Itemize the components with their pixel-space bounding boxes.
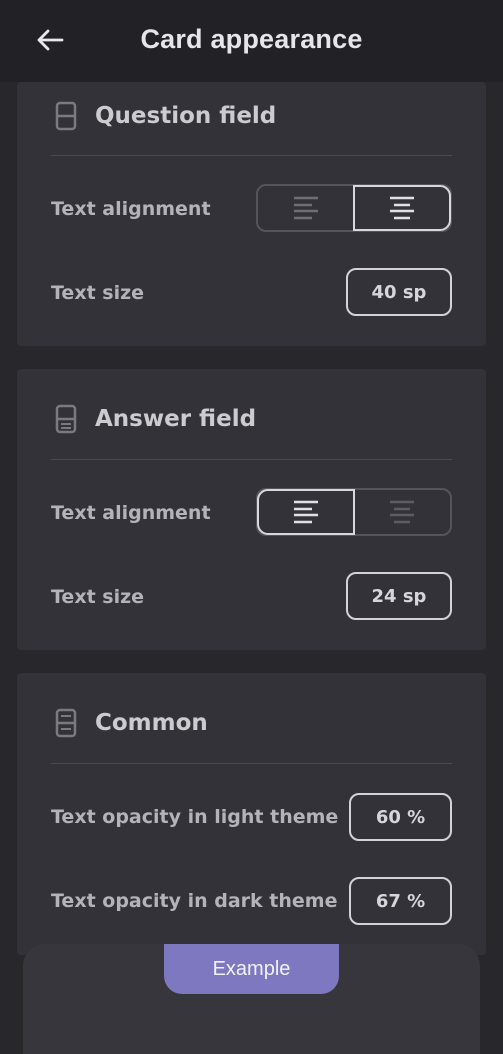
align-center-option[interactable]	[353, 185, 451, 231]
divider	[51, 459, 452, 460]
question-alignment-toggle	[256, 184, 452, 232]
question-field-title: Question field	[95, 103, 277, 129]
dark-opacity-field[interactable]: 67 %	[349, 877, 452, 925]
answer-field-header: Answer field	[51, 399, 452, 439]
align-center-icon	[390, 196, 414, 220]
light-opacity-field[interactable]: 60 %	[349, 793, 452, 841]
card-field-icon	[55, 708, 77, 738]
light-opacity-label: Text opacity in light theme	[51, 806, 339, 828]
common-header: Common	[51, 703, 452, 743]
answer-field-card: Answer field Text alignment Text size 24…	[17, 369, 486, 650]
answer-text-alignment-label: Text alignment	[51, 502, 211, 524]
divider	[51, 155, 452, 156]
divider	[51, 763, 452, 764]
page-title: Card appearance	[140, 24, 363, 54]
align-center-option[interactable]	[354, 490, 450, 534]
answer-field-title: Answer field	[95, 406, 257, 432]
common-title: Common	[95, 710, 208, 736]
align-left-option[interactable]	[258, 186, 354, 230]
question-text-size-label: Text size	[51, 282, 145, 304]
question-text-alignment-label: Text alignment	[51, 198, 211, 220]
answer-text-size-label: Text size	[51, 586, 145, 608]
question-field-header: Question field	[51, 96, 452, 136]
answer-alignment-toggle	[256, 488, 452, 536]
answer-text-size-field[interactable]: 24 sp	[346, 572, 452, 620]
example-button[interactable]: Example	[164, 944, 339, 994]
align-left-icon	[294, 196, 318, 220]
align-center-icon	[390, 500, 414, 524]
card-field-icon	[55, 101, 77, 131]
align-left-icon	[294, 500, 318, 524]
question-text-size-field[interactable]: 40 sp	[346, 268, 452, 316]
card-field-icon	[55, 404, 77, 434]
app-bar: Card appearance	[0, 0, 503, 82]
question-field-card: Question field Text alignment Text size …	[17, 82, 486, 346]
dark-opacity-label: Text opacity in dark theme	[51, 890, 338, 912]
align-left-option[interactable]	[257, 489, 355, 535]
common-card: Common Text opacity in light theme 60 % …	[17, 673, 486, 955]
